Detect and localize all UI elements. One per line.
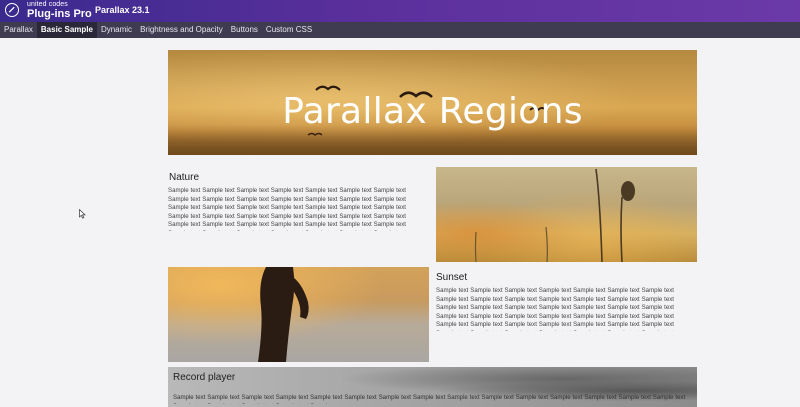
tab-basic-sample[interactable]: Basic Sample	[36, 22, 97, 38]
nature-title: Nature	[169, 172, 200, 183]
record-player-title: Record player	[173, 372, 236, 383]
record-player-region: Record player Sample text Sample text Sa…	[168, 367, 697, 407]
nature-image	[436, 167, 697, 262]
nature-text: Sample text Sample text Sample text Samp…	[168, 187, 406, 231]
silhouette-image	[258, 267, 309, 362]
tab-dynamic[interactable]: Dynamic	[97, 22, 136, 38]
poppy-stems-image	[474, 168, 635, 262]
united-codes-logo-icon[interactable]	[5, 3, 19, 17]
mouse-cursor-icon	[79, 209, 86, 219]
sunset-text: Sample text Sample text Sample text Samp…	[436, 287, 674, 331]
tab-parallax[interactable]: Parallax	[0, 22, 37, 38]
main-navigation: Parallax Basic Sample Dynamic Brightness…	[0, 22, 800, 38]
tab-custom-css[interactable]: Custom CSS	[262, 22, 316, 38]
hero-parallax-region: Parallax Regions	[168, 50, 697, 155]
hero-title: Parallax Regions	[282, 91, 583, 132]
brand-name[interactable]: Plug-ins Pro	[27, 8, 92, 20]
tab-buttons[interactable]: Buttons	[227, 22, 262, 38]
app-header: united codes Plug-ins Pro Parallax 23.1	[0, 0, 800, 22]
sunset-image	[168, 267, 429, 362]
sunset-title: Sunset	[436, 272, 468, 283]
app-title[interactable]: Parallax 23.1	[95, 5, 150, 16]
tab-brightness-and-opacity[interactable]: Brightness and Opacity	[136, 22, 227, 38]
